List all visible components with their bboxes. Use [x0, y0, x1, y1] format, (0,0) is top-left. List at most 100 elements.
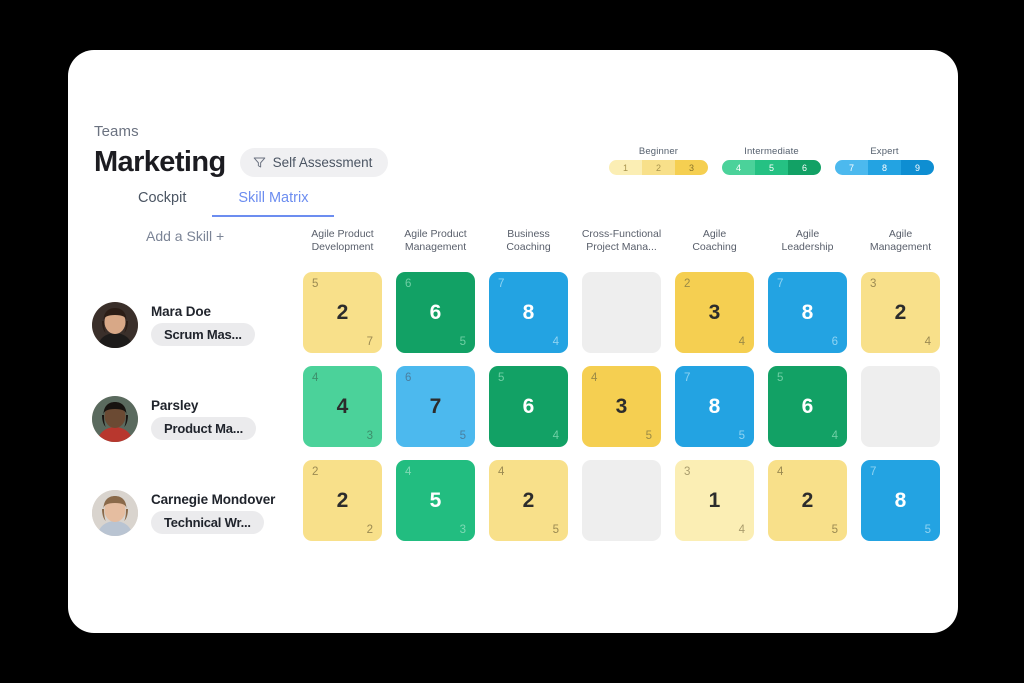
matrix-cell[interactable]: 435	[582, 366, 661, 447]
matrix-cell[interactable]: 7 8 5	[861, 460, 940, 541]
legend-segment: 1	[609, 160, 642, 175]
cell-target-value: 7	[498, 278, 504, 290]
matrix-cell-slot: 324	[854, 272, 947, 366]
matrix-cell[interactable]: 425	[768, 460, 847, 541]
matrix-cell-slot: 564	[761, 366, 854, 460]
legend-group: Beginner123	[609, 146, 708, 175]
cell-peer-value: 5	[460, 430, 466, 442]
breadcrumb[interactable]: Teams	[94, 123, 139, 140]
legend-group: Intermediate456	[722, 146, 821, 175]
cell-level-value: 3	[582, 395, 661, 419]
matrix-cell-slot: 435	[575, 366, 668, 460]
column-header-line2: Project Mana...	[579, 241, 664, 254]
cell-target-value: 5	[312, 278, 318, 290]
table-row: 527665784234786324	[296, 272, 947, 366]
column-header[interactable]: Cross-FunctionalProject Mana...	[575, 228, 668, 272]
legend-segment: 5	[755, 160, 788, 175]
cell-level-value: 6	[489, 395, 568, 419]
legend-segment: 2	[642, 160, 675, 175]
cell-target-value: 5	[498, 372, 504, 384]
person-meta: Mara DoeScrum Mas...	[151, 304, 255, 346]
self-assessment-filter-button[interactable]: Self Assessment	[240, 148, 389, 177]
cell-target-value: 2	[312, 466, 318, 478]
matrix-cell[interactable]: 443	[303, 366, 382, 447]
matrix-cell-slot: 425	[761, 460, 854, 554]
cell-peer-value: 6	[832, 336, 838, 348]
list-item[interactable]: Carnegie MondoverTechnical Wr...	[92, 466, 275, 560]
person-role-badge[interactable]: Technical Wr...	[151, 511, 264, 534]
column-header[interactable]: AgileLeadership	[761, 228, 854, 272]
matrix-cell-slot: 786	[761, 272, 854, 366]
legend-segment: 3	[675, 160, 708, 175]
cell-target-value: 2	[684, 278, 690, 290]
legend-segment: 7	[835, 160, 868, 175]
matrix-cell-empty[interactable]	[861, 366, 940, 447]
cell-peer-value: 4	[553, 336, 559, 348]
person-role-badge[interactable]: Product Ma...	[151, 417, 256, 440]
column-header[interactable]: Agile ProductManagement	[389, 228, 482, 272]
tab-cockpit[interactable]: Cockpit	[112, 186, 212, 217]
cell-peer-value: 3	[367, 430, 373, 442]
matrix-cell[interactable]: 785	[675, 366, 754, 447]
app-card: Teams Marketing Self Assessment Cockpit …	[68, 50, 958, 633]
legend-group-label: Intermediate	[744, 146, 799, 157]
cell-peer-value: 4	[925, 336, 931, 348]
list-item[interactable]: Mara DoeScrum Mas...	[92, 278, 275, 372]
matrix-cell-slot: 7 8 5	[854, 460, 947, 554]
matrix-cell[interactable]: 564	[489, 366, 568, 447]
legend-bar: 123	[609, 160, 708, 175]
cell-level-value: 5	[396, 489, 475, 513]
legend-segment: 8	[868, 160, 901, 175]
person-meta: Carnegie MondoverTechnical Wr...	[151, 492, 275, 534]
table-row: 443675564435785564	[296, 366, 947, 460]
person-name: Parsley	[151, 398, 256, 413]
column-header[interactable]: BusinessCoaching	[482, 228, 575, 272]
cell-peer-value: 3	[460, 524, 466, 536]
cell-level-value: 2	[489, 489, 568, 513]
matrix-cell-slot: 665	[389, 272, 482, 366]
cell-level-value: 8	[768, 301, 847, 325]
page-title: Marketing	[94, 146, 226, 179]
column-header-line1: Agile	[765, 228, 850, 241]
legend-segment: 6	[788, 160, 821, 175]
matrix-cell[interactable]: 665	[396, 272, 475, 353]
list-item[interactable]: Parsley Product Ma...	[92, 372, 275, 466]
cell-peer-value: 4	[832, 430, 838, 442]
cell-level-value: 8	[861, 489, 940, 513]
matrix-cell[interactable]: 527	[303, 272, 382, 353]
tab-skill-matrix[interactable]: Skill Matrix	[212, 186, 334, 217]
cell-peer-value: 5	[925, 524, 931, 536]
matrix-cell-slot: 527	[296, 272, 389, 366]
matrix-cell[interactable]: 324	[861, 272, 940, 353]
add-a-skill-button[interactable]: Add a Skill +	[146, 228, 224, 244]
matrix-cell-empty[interactable]	[582, 272, 661, 353]
matrix-cell[interactable]: 425	[489, 460, 568, 541]
matrix-cell-empty[interactable]	[582, 460, 661, 541]
column-header[interactable]: Agile ProductDevelopment	[296, 228, 389, 272]
matrix-cell[interactable]: 564	[768, 366, 847, 447]
title-row: Marketing Self Assessment	[94, 146, 388, 179]
matrix-cell-slot: 222	[296, 460, 389, 554]
cell-level-value: 8	[489, 301, 568, 325]
cell-peer-value: 5	[460, 336, 466, 348]
matrix-cell[interactable]: 7 8 4	[489, 272, 568, 353]
cell-peer-value: 2	[367, 524, 373, 536]
cell-target-value: 3	[684, 466, 690, 478]
cell-target-value: 4	[405, 466, 411, 478]
cell-target-value: 3	[870, 278, 876, 290]
matrix-cell[interactable]: 675	[396, 366, 475, 447]
column-header[interactable]: AgileManagement	[854, 228, 947, 272]
matrix-cell[interactable]: 314	[675, 460, 754, 541]
column-header[interactable]: AgileCoaching	[668, 228, 761, 272]
matrix-cell[interactable]: 4 5 3	[396, 460, 475, 541]
column-header-line1: Agile	[858, 228, 943, 241]
cell-target-value: 7	[870, 466, 876, 478]
cell-peer-value: 4	[739, 336, 745, 348]
matrix-cell[interactable]: 234	[675, 272, 754, 353]
person-role-badge[interactable]: Scrum Mas...	[151, 323, 255, 346]
matrix-cell-slot: 234	[668, 272, 761, 366]
cell-target-value: 6	[405, 278, 411, 290]
matrix-cell-slot: 785	[668, 366, 761, 460]
matrix-cell[interactable]: 222	[303, 460, 382, 541]
matrix-cell[interactable]: 786	[768, 272, 847, 353]
